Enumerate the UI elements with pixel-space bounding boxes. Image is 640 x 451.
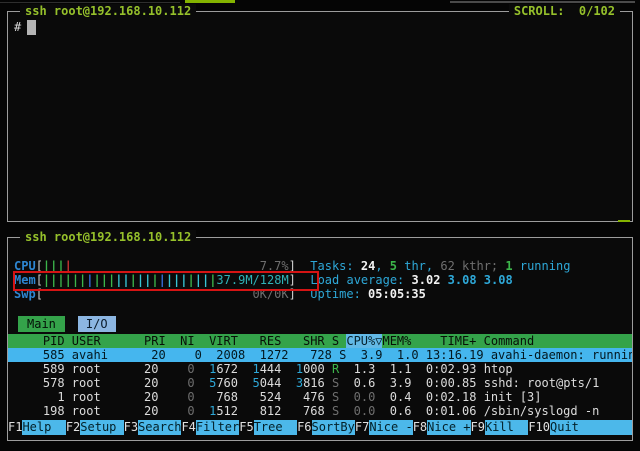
fnlabel-quit[interactable]: Quit bbox=[550, 420, 593, 435]
fnbar-filler bbox=[593, 420, 632, 435]
ssh-shell-pane[interactable]: ssh root@192.168.10.112 SCROLL: 0/102 # bbox=[7, 11, 633, 222]
function-key-bar[interactable]: F1Help F2Setup F3SearchF4FilterF5Tree F6… bbox=[8, 420, 632, 435]
fnkey-f1[interactable]: F1 bbox=[8, 420, 22, 435]
cpu-meter: CPU[|||| 7.7%] Tasks: 24, 5 thr, 62 kthr… bbox=[8, 259, 632, 273]
fnlabel-kill[interactable]: Kill bbox=[485, 420, 528, 435]
top-edge-green-artifact bbox=[185, 0, 235, 3]
fnkey-f2[interactable]: F2 bbox=[66, 420, 80, 435]
fnkey-f8[interactable]: F8 bbox=[413, 420, 427, 435]
fnlabel-help[interactable]: Help bbox=[22, 420, 65, 435]
fnkey-f10[interactable]: F10 bbox=[528, 420, 550, 435]
tab-main[interactable]: Main bbox=[18, 316, 65, 332]
fnlabel-sortby[interactable]: SortBy bbox=[312, 420, 355, 435]
fnlabel-setup[interactable]: Setup bbox=[80, 420, 123, 435]
process-table-header[interactable]: PID USER PRI NI VIRT RES SHR S CPU%▽MEM%… bbox=[8, 334, 632, 348]
mem-meter: Mem[||||||||||||||||||||||||37.9M/128M] … bbox=[8, 273, 632, 287]
tab-io[interactable]: I/O bbox=[78, 316, 116, 332]
table-row-selected[interactable]: 585 avahi 20 0 2008 1272 728 S 3.9 1.0 1… bbox=[8, 348, 632, 362]
fnlabel-tree[interactable]: Tree bbox=[254, 420, 297, 435]
pane-title-ssh: ssh root@192.168.10.112 bbox=[20, 4, 196, 19]
top-edge-line-artifact bbox=[450, 1, 635, 3]
fnkey-f7[interactable]: F7 bbox=[355, 420, 369, 435]
terminal-cursor bbox=[27, 20, 36, 35]
table-row[interactable]: 1 root 20 0 768 524 476 S 0.0 0.4 0:02.1… bbox=[8, 390, 632, 404]
fnkey-f3[interactable]: F3 bbox=[124, 420, 138, 435]
fnkey-f4[interactable]: F4 bbox=[181, 420, 195, 435]
htop-screen: CPU[|||| 7.7%] Tasks: 24, 5 thr, 62 kthr… bbox=[8, 238, 632, 440]
fnkey-f6[interactable]: F6 bbox=[297, 420, 311, 435]
fnlabel-nice-[interactable]: Nice + bbox=[427, 420, 470, 435]
fnkey-f5[interactable]: F5 bbox=[239, 420, 253, 435]
table-row[interactable]: 578 root 20 0 5760 5044 3816 S 0.6 3.9 0… bbox=[8, 376, 632, 390]
fnlabel-nice-[interactable]: Nice - bbox=[369, 420, 412, 435]
fnlabel-search[interactable]: Search bbox=[138, 420, 181, 435]
table-row[interactable]: 198 root 20 0 1512 812 768 S 0.0 0.6 0:0… bbox=[8, 404, 632, 418]
fnlabel-filter[interactable]: Filter bbox=[196, 420, 239, 435]
shell-prompt: # bbox=[14, 20, 21, 35]
htop-tabs: Main I/O bbox=[8, 316, 632, 332]
swp-meter: Swp[ 0K/0K] Uptime: 05:05:35 bbox=[8, 287, 632, 301]
top-edge-line-artifact2 bbox=[0, 2, 180, 3]
pane-border-green-tick bbox=[618, 220, 630, 222]
scroll-indicator: SCROLL: 0/102 bbox=[509, 4, 620, 19]
htop-pane[interactable]: ssh root@192.168.10.112 CPU[|||| 7.7%] T… bbox=[7, 237, 633, 441]
table-row[interactable]: 589 root 20 0 1672 1444 1000 R 1.3 1.1 0… bbox=[8, 362, 632, 376]
fnkey-f9[interactable]: F9 bbox=[471, 420, 485, 435]
